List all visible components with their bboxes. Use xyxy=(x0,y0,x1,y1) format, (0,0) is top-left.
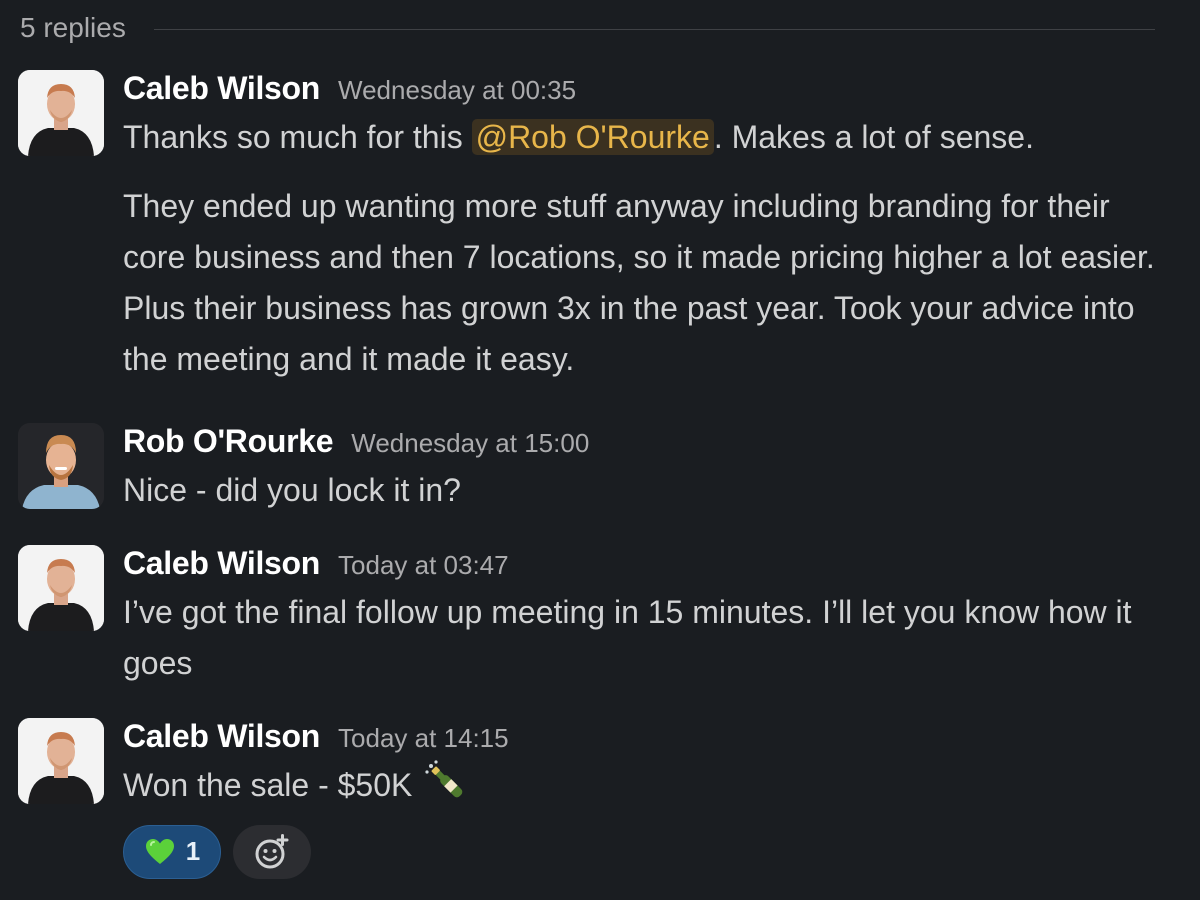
green-heart-icon xyxy=(145,838,174,864)
message-header: Caleb Wilson Today at 03:47 xyxy=(123,545,1173,585)
sender-name[interactable]: Caleb Wilson xyxy=(123,718,320,755)
message-text: They ended up wanting more stuff anyway … xyxy=(123,188,1155,377)
divider xyxy=(153,28,1155,30)
message-header: Caleb Wilson Wednesday at 00:35 xyxy=(123,70,1173,110)
reactions-bar: 1 xyxy=(123,824,1173,879)
sender-name[interactable]: Caleb Wilson xyxy=(123,545,320,582)
message-body: Caleb Wilson Today at 03:47 I’ve got the… xyxy=(123,545,1173,689)
sender-name[interactable]: Rob O'Rourke xyxy=(123,423,334,460)
avatar-caleb-wilson[interactable] xyxy=(18,70,104,156)
user-mention[interactable]: @Rob O'Rourke xyxy=(471,119,714,155)
message-header: Caleb Wilson Today at 14:15 xyxy=(123,718,1173,758)
message-body: Caleb Wilson Today at 14:15 Won the sale… xyxy=(123,718,1173,879)
message-header: Rob O'Rourke Wednesday at 15:00 xyxy=(123,423,1173,463)
avatar-rob-orourke[interactable] xyxy=(18,423,104,509)
person-avatar-icon xyxy=(18,423,104,509)
message-text-part: Thanks so much for this xyxy=(123,119,472,155)
person-avatar-icon xyxy=(18,718,104,804)
person-avatar-icon xyxy=(18,70,104,156)
thread-replies-header: 5 replies xyxy=(20,8,1155,48)
sender-name[interactable]: Caleb Wilson xyxy=(123,70,320,107)
person-avatar-icon xyxy=(18,545,104,631)
add-emoji-icon xyxy=(255,833,289,869)
message-timestamp[interactable]: Today at 03:47 xyxy=(338,550,509,581)
reaction-count: 1 xyxy=(185,836,201,867)
message-body: Caleb Wilson Wednesday at 00:35 Thanks s… xyxy=(123,70,1173,385)
add-reaction-button[interactable] xyxy=(233,824,311,879)
message-body: Rob O'Rourke Wednesday at 15:00 Nice - d… xyxy=(123,423,1173,516)
message-text-part: . Makes a lot of sense. xyxy=(713,119,1034,155)
message-text: Thanks so much for this @Rob O'Rourke. M… xyxy=(123,112,1173,163)
message-timestamp[interactable]: Wednesday at 15:00 xyxy=(351,428,589,459)
replies-count: 5 replies xyxy=(20,12,126,43)
message-text: Won the sale - $50K xyxy=(123,757,1173,813)
champagne-bottle-icon xyxy=(422,757,472,807)
message-timestamp[interactable]: Today at 14:15 xyxy=(338,723,509,754)
avatar-caleb-wilson[interactable] xyxy=(18,545,104,631)
message-text-part: Won the sale - $50K xyxy=(123,767,413,803)
reaction-green-heart[interactable]: 1 xyxy=(123,824,221,879)
message-timestamp[interactable]: Wednesday at 00:35 xyxy=(338,75,576,106)
message-text: I’ve got the final follow up meeting in … xyxy=(123,594,1132,681)
avatar-caleb-wilson[interactable] xyxy=(18,718,104,804)
message-text: Nice - did you lock it in? xyxy=(123,472,461,508)
